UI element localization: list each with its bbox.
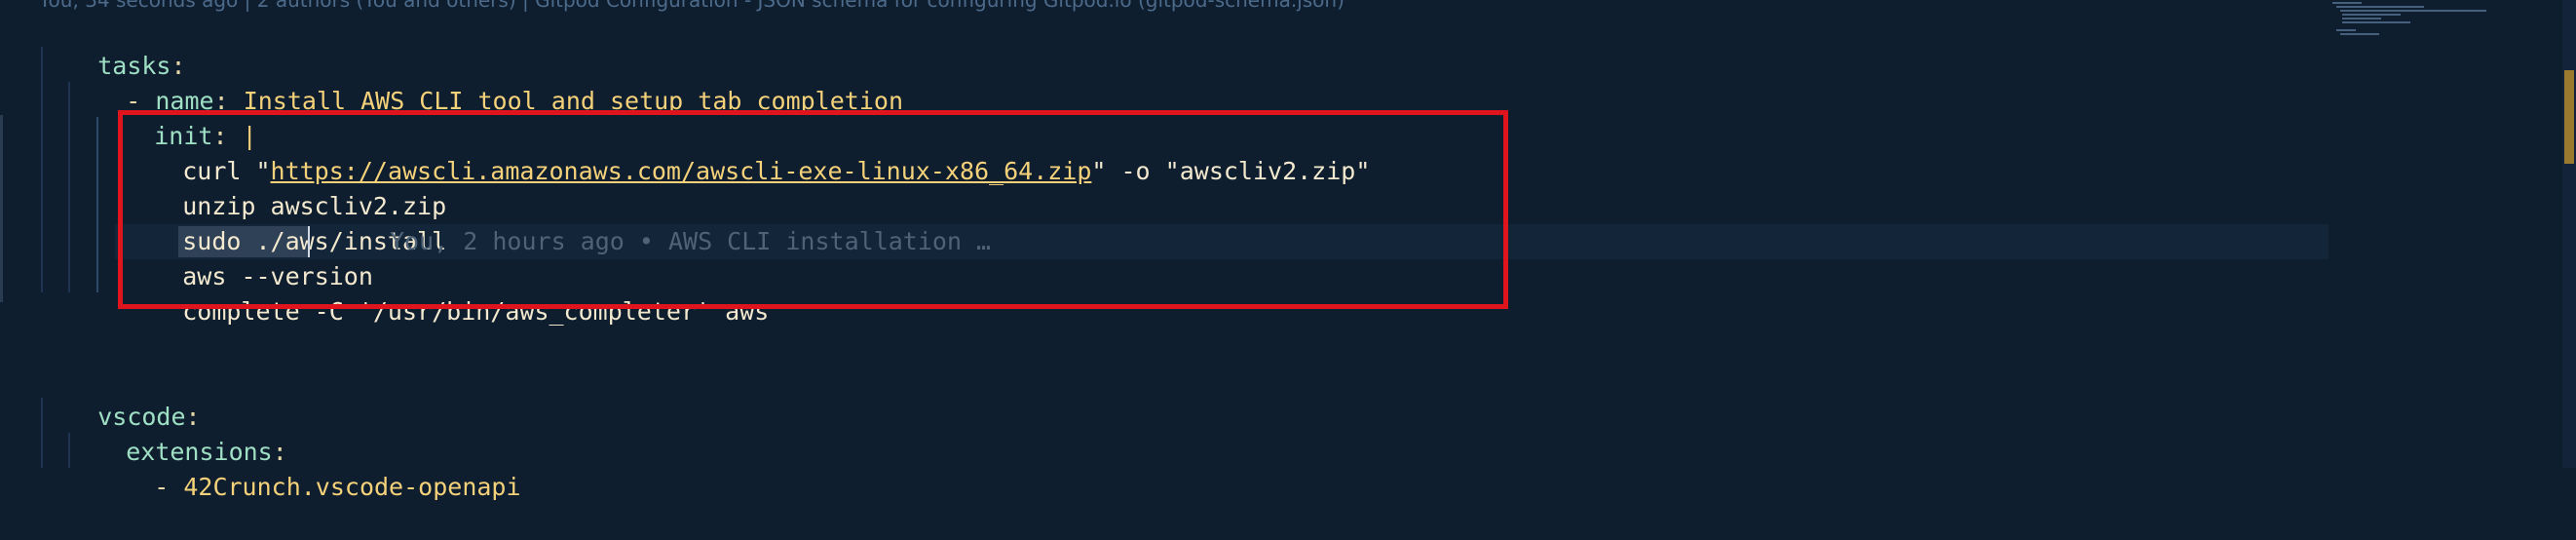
minimap-line <box>2336 29 2356 31</box>
code-line-name[interactable]: - name: Install AWS CLI tool and setup t… <box>67 49 903 115</box>
minimap-line <box>2332 2 2362 4</box>
yaml-value: 42Crunch.vscode-openapi <box>183 473 521 501</box>
annotation-highlight-box <box>118 110 1508 309</box>
list-dash: - <box>154 473 170 501</box>
minimap[interactable] <box>2327 0 2531 58</box>
minimap-line <box>2342 21 2410 23</box>
code-editor[interactable]: You, 34 seconds ago | 2 authors (You and… <box>0 0 2576 501</box>
minimap-line <box>2340 33 2379 35</box>
code-line-extensions[interactable]: extensions: <box>67 400 287 466</box>
code-line-vscode[interactable]: vscode: <box>39 365 200 431</box>
code-line-tasks[interactable]: tasks: <box>39 14 185 80</box>
code-line-extension-item[interactable]: - 42Crunch.vscode-openapi <box>95 435 520 501</box>
minimap-line <box>2342 18 2381 19</box>
git-change-gutter <box>0 115 3 302</box>
scrollbar-thumb[interactable] <box>2564 70 2574 164</box>
minimap-line <box>2340 10 2486 12</box>
minimap-line <box>2336 6 2424 8</box>
blame-header: You, 34 seconds ago | 2 authors (You and… <box>39 0 1345 12</box>
minimap-line <box>2342 14 2401 16</box>
